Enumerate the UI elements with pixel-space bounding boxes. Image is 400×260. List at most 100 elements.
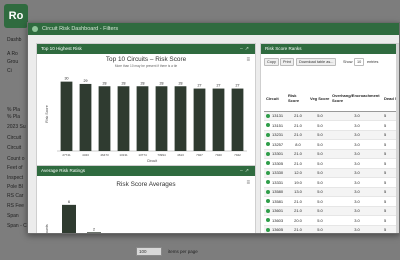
- expand-row-icon[interactable]: [266, 218, 270, 223]
- bar: [79, 83, 92, 151]
- tick-label: 4343: [82, 153, 89, 157]
- table-cell: 20.0: [286, 215, 308, 226]
- background-sidebar-item: A Ro: [7, 51, 18, 57]
- background-sidebar-item: Span: [7, 213, 19, 219]
- column-header[interactable]: Veg Score: [308, 86, 330, 112]
- top10-chart-subtitle: More than 10 may be present if there is …: [114, 64, 178, 68]
- table-cell: 13301: [264, 149, 286, 159]
- table-cell: 19.0: [286, 177, 308, 188]
- bar: [87, 232, 101, 233]
- table-row[interactable]: 13151 21.0 5.0 3.0 5: [264, 120, 399, 131]
- top10-chart-title: Top 10 Circuits – Risk Score: [105, 56, 187, 63]
- table-body: 13131 21.0 5.0 3.0 5 13151 21.0 5.0 3.0 5 13231 21.…: [264, 111, 399, 233]
- expand-row-icon[interactable]: [266, 132, 270, 137]
- expand-row-icon[interactable]: [266, 170, 270, 175]
- circuit-id: 13131: [272, 113, 284, 119]
- table-cell: 13601: [264, 206, 286, 216]
- panel-controls[interactable]: –↗: [240, 44, 251, 54]
- expand-row-icon[interactable]: [266, 189, 270, 194]
- table-cell: 5.0: [308, 225, 330, 233]
- table-cell: 5.0: [308, 206, 330, 216]
- app-logo: Ro: [4, 4, 28, 28]
- circuit-id: 13581: [272, 198, 284, 204]
- column-header[interactable]: Circuit: [264, 86, 286, 112]
- download-button[interactable]: Download table as...: [296, 58, 337, 66]
- dashboard-modal: Circuit Risk Dashboard - Filters Top 10 …: [27, 22, 400, 234]
- table-cell: 3.0: [330, 215, 382, 226]
- circuit-id: 13601: [272, 208, 284, 214]
- table-row[interactable]: 13580 13.0 5.0 3.0 5: [264, 187, 399, 197]
- background-sidebar-item: RS Car: [7, 193, 24, 199]
- table-cell: 5.0: [308, 187, 330, 197]
- expand-row-icon[interactable]: [266, 227, 270, 232]
- table-row[interactable]: 13331 19.0 5.0 3.0 5: [264, 177, 399, 188]
- copy-button[interactable]: Copy: [264, 58, 279, 66]
- expand-row-icon[interactable]: [266, 113, 270, 118]
- table-cell: 13.0: [286, 187, 308, 197]
- background-sidebar-item: Circuit: [7, 135, 22, 141]
- top10-panel: Top 10 Highest Risk –↗ Top 10 Circuits –…: [36, 43, 256, 177]
- top10-panel-header: Top 10 Highest Risk –↗: [37, 44, 255, 54]
- background-sidebar-item: Circuit: [7, 145, 22, 151]
- table-cell: 3.0: [330, 149, 382, 159]
- table-cell: 5.0: [308, 130, 330, 140]
- tick-label: 7927: [196, 153, 203, 157]
- background-pagination: 100 items per page: [128, 244, 400, 260]
- tick-label: 27741: [62, 153, 71, 157]
- table-row[interactable]: 13603 20.0 5.0 3.0 5: [264, 215, 399, 226]
- show-label: Show: [343, 60, 353, 64]
- items-per-page-select[interactable]: 100: [136, 247, 162, 256]
- tick-label: 13131: [119, 153, 128, 157]
- tick-label: 4613: [177, 153, 184, 157]
- circuit-id: 13231: [272, 132, 284, 138]
- expand-row-icon[interactable]: [266, 180, 270, 185]
- items-per-page-label: items per page: [168, 249, 198, 254]
- bar: [62, 204, 76, 233]
- chart-menu-icon[interactable]: ≡: [246, 57, 250, 63]
- table-cell: 3.0: [330, 206, 382, 216]
- table-cell: 8.0: [286, 139, 308, 150]
- circuit-id: 13305: [272, 160, 284, 166]
- background-sidebar-item: Grou: [7, 59, 19, 65]
- table-cell: 21.0: [286, 120, 308, 131]
- expand-row-icon[interactable]: [266, 161, 270, 166]
- table-row[interactable]: 13605 21.0 5.0 3.0 5: [264, 225, 399, 233]
- table-row[interactable]: 13231 21.0 5.0 3.0 5: [264, 130, 399, 140]
- table-cell: 3.0: [330, 158, 382, 169]
- table-cell: 3.0: [330, 225, 382, 233]
- background-sidebar-item: RS Fee: [7, 203, 24, 209]
- table-cell: 3.0: [330, 130, 382, 140]
- chart-menu-icon[interactable]: ≡: [246, 180, 250, 186]
- table-row[interactable]: 13581 21.0 5.0 3.0 5: [264, 196, 399, 207]
- table-cell: 5.0: [308, 196, 330, 207]
- data-label: 28: [179, 81, 183, 85]
- table-row[interactable]: 13257 8.0 5.0 3.0 5: [264, 139, 399, 150]
- table-cell: 5.0: [308, 168, 330, 178]
- table-row[interactable]: 13305 21.0 5.0 3.0 5: [264, 158, 399, 169]
- table-scrollbar[interactable]: [396, 44, 399, 233]
- bar: [212, 88, 225, 151]
- table-header-row: Circuit Risk Score Veg Score Overhang/Encro…: [264, 86, 399, 112]
- table-row[interactable]: 13330 12.0 5.0 3.0 5: [264, 168, 399, 178]
- table-cell: 13331: [264, 177, 286, 188]
- table-row[interactable]: 13601 21.0 5.0 3.0 5: [264, 206, 399, 216]
- ranks-panel-header: Risk Score Ranks: [261, 44, 399, 54]
- background-sidebar-item: % Pla: [7, 107, 21, 113]
- expand-row-icon[interactable]: [266, 199, 270, 204]
- circuit-id: 13605: [272, 227, 284, 233]
- expand-row-icon[interactable]: [266, 151, 270, 156]
- table-row[interactable]: 13301 21.0 5.0 3.0 5: [264, 149, 399, 159]
- background-sidebar-item: Pole Bl: [7, 184, 23, 190]
- x-axis-label: Circuit: [147, 159, 157, 163]
- print-button[interactable]: Print: [280, 58, 294, 66]
- panel-controls[interactable]: –↗: [240, 166, 251, 176]
- bar: [231, 88, 244, 151]
- expand-row-icon[interactable]: [266, 208, 270, 213]
- show-entries-select[interactable]: 10: [354, 58, 365, 66]
- table-row[interactable]: 13131 21.0 5.0 3.0 5: [264, 111, 399, 121]
- column-header[interactable]: Risk Score: [286, 86, 308, 112]
- expand-row-icon[interactable]: [266, 142, 270, 147]
- tick-label: 46473: [100, 153, 109, 157]
- expand-row-icon[interactable]: [266, 123, 270, 128]
- column-header[interactable]: Overhang/Encroachment Score: [330, 86, 382, 112]
